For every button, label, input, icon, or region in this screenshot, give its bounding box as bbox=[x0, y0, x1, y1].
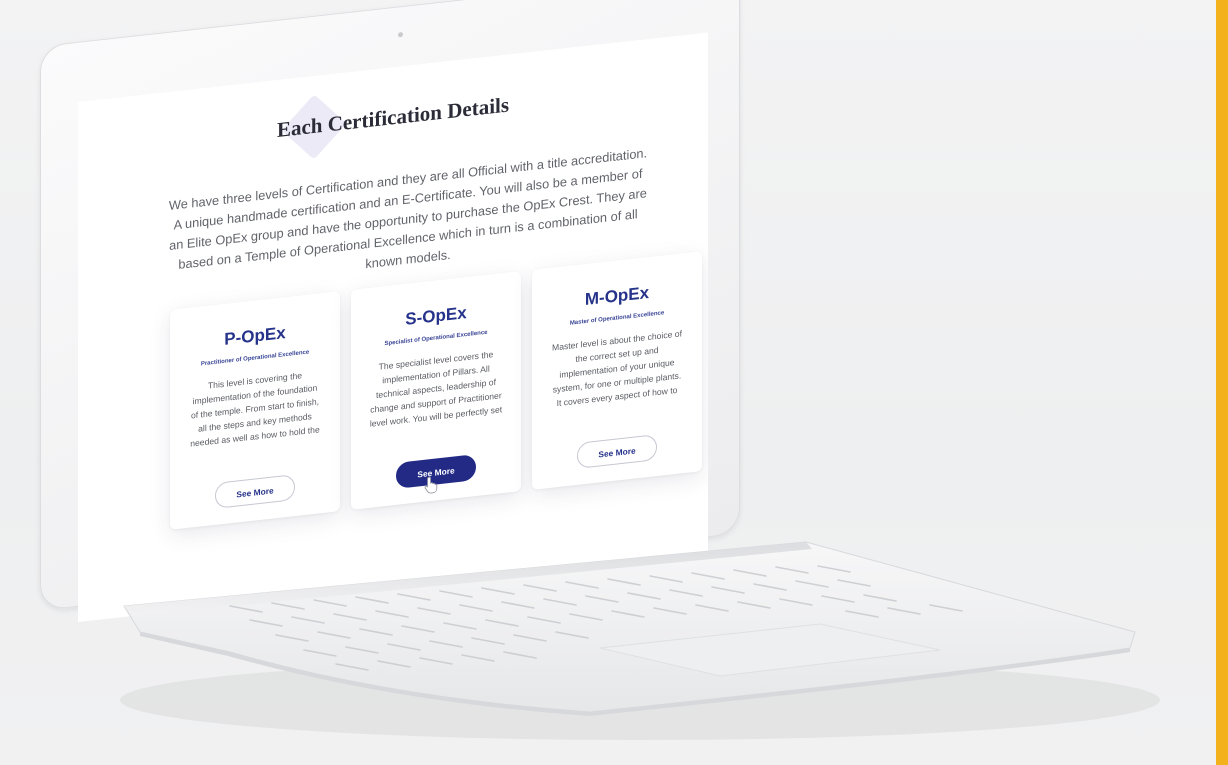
webpage: Each Certification Details We have three… bbox=[78, 32, 708, 622]
background: Each Certification Details We have three… bbox=[0, 0, 1216, 765]
card-body: The specialist level covers the implemen… bbox=[369, 349, 503, 429]
camera-dot bbox=[398, 31, 403, 38]
accent-strip bbox=[1216, 0, 1228, 765]
see-more-button[interactable]: See More bbox=[215, 474, 295, 509]
laptop-screen: Each Certification Details We have three… bbox=[78, 32, 708, 623]
card-body: This level is covering the implementatio… bbox=[190, 370, 320, 449]
see-more-button[interactable]: See More bbox=[577, 434, 657, 469]
card-p-opex: P-OpEx Practitioner of Operational Excel… bbox=[170, 291, 340, 530]
hand-pointer-icon bbox=[424, 476, 438, 494]
card-m-opex: M-OpEx Master of Operational Excellence … bbox=[532, 251, 702, 490]
card-body: Master level is about the choice of the … bbox=[552, 328, 682, 409]
card-s-opex: S-OpEx Specialist of Operational Excelle… bbox=[351, 271, 521, 510]
